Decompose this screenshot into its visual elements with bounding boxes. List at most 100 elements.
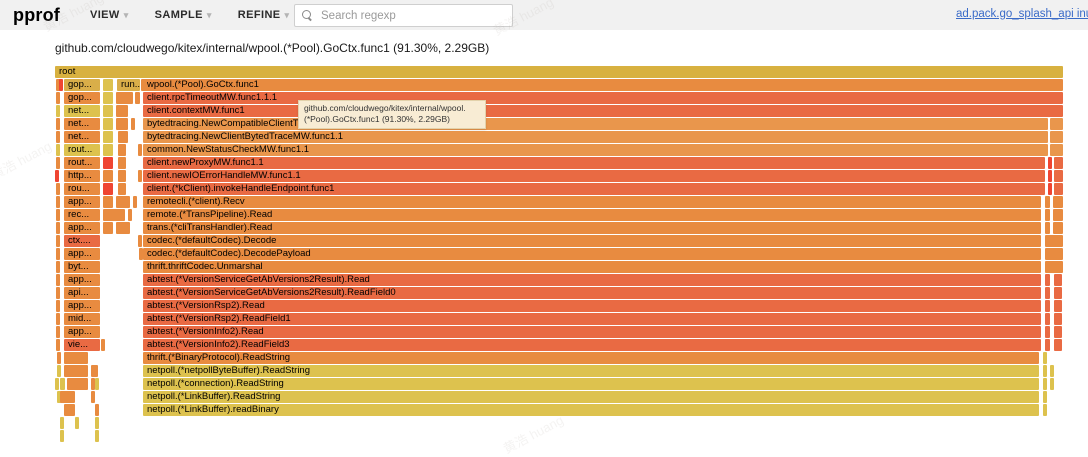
flame-frame-sliver[interactable] bbox=[57, 352, 61, 364]
flame-frame-sliver[interactable] bbox=[1045, 209, 1050, 221]
flame-frame-sliver[interactable] bbox=[128, 209, 132, 221]
flame-frame[interactable]: net... bbox=[64, 131, 100, 143]
flame-frame[interactable]: gop... bbox=[64, 79, 100, 91]
flame-frame[interactable]: rout... bbox=[64, 144, 100, 156]
flame-frame-sliver[interactable] bbox=[56, 248, 60, 260]
menu-view[interactable]: VIEW ▾ bbox=[90, 9, 129, 21]
flame-frame-sliver[interactable] bbox=[1054, 300, 1062, 312]
flame-frame-sliver[interactable] bbox=[103, 170, 113, 182]
flame-frame-sliver[interactable] bbox=[1043, 365, 1047, 377]
flame-frame-sliver[interactable] bbox=[1043, 352, 1047, 364]
menu-refine[interactable]: REFINE ▾ bbox=[238, 9, 290, 21]
flame-frame[interactable]: netpoll.(*connection).ReadString bbox=[143, 378, 1039, 390]
flame-frame-sliver[interactable] bbox=[1045, 313, 1050, 325]
flame-frame-sliver[interactable] bbox=[103, 209, 125, 221]
flame-frame[interactable]: common.NewStatusCheckMW.func1.1 bbox=[143, 144, 1048, 156]
flame-frame-sliver[interactable] bbox=[116, 105, 128, 117]
flame-frame-sliver[interactable] bbox=[55, 170, 59, 182]
flame-frame-sliver[interactable] bbox=[57, 365, 61, 377]
flame-frame-sliver[interactable] bbox=[56, 287, 60, 299]
flame-frame[interactable]: codec.(*defaultCodec).DecodePayload bbox=[143, 248, 1041, 260]
flame-frame-sliver[interactable] bbox=[95, 430, 99, 442]
flame-frame-sliver[interactable] bbox=[103, 105, 113, 117]
flame-frame[interactable]: remotecli.(*client).Recv bbox=[143, 196, 1041, 208]
flame-frame-sliver[interactable] bbox=[101, 339, 105, 351]
flame-frame-sliver[interactable] bbox=[138, 144, 142, 156]
flame-frame[interactable]: trans.(*cliTransHandler).Read bbox=[143, 222, 1041, 234]
flame-frame-sliver[interactable] bbox=[138, 235, 142, 247]
flame-frame-sliver[interactable] bbox=[56, 274, 60, 286]
flame-frame-sliver[interactable] bbox=[1054, 183, 1063, 195]
flame-frame[interactable]: vie... bbox=[64, 339, 100, 351]
flame-frame-sliver[interactable] bbox=[60, 417, 64, 429]
flame-frame-sliver[interactable] bbox=[1045, 196, 1050, 208]
flame-frame-sliver[interactable] bbox=[60, 430, 64, 442]
flame-frame[interactable]: net... bbox=[64, 118, 100, 130]
flame-frame-sliver[interactable] bbox=[1045, 248, 1063, 260]
menu-sample[interactable]: SAMPLE ▾ bbox=[155, 9, 212, 21]
flame-frame[interactable]: wpool.(*Pool).GoCtx.func1 bbox=[143, 79, 1063, 91]
flame-frame-sliver[interactable] bbox=[138, 170, 142, 182]
flame-frame-sliver[interactable] bbox=[1045, 287, 1050, 299]
flame-frame[interactable]: remote.(*TransPipeline).Read bbox=[143, 209, 1041, 221]
flame-frame-sliver[interactable] bbox=[1045, 222, 1050, 234]
flame-frame-sliver[interactable] bbox=[56, 105, 60, 117]
flame-frame[interactable]: root bbox=[55, 66, 1063, 78]
flame-frame-sliver[interactable] bbox=[1048, 183, 1052, 195]
flame-frame-sliver[interactable] bbox=[64, 352, 88, 364]
flame-frame-sliver[interactable] bbox=[103, 118, 113, 130]
flame-frame[interactable]: client.(*kClient).invokeHandleEndpoint.f… bbox=[143, 183, 1045, 195]
flame-frame-sliver[interactable] bbox=[95, 417, 99, 429]
flame-frame-sliver[interactable] bbox=[60, 391, 75, 403]
flame-frame[interactable]: thrift.thriftCodec.Unmarshal bbox=[143, 261, 1041, 273]
flame-frame-sliver[interactable] bbox=[1050, 144, 1063, 156]
profile-link[interactable]: ad.pack.go_splash_api inuse_sp bbox=[956, 8, 1088, 24]
flame-frame[interactable]: codec.(*defaultCodec).Decode bbox=[143, 235, 1041, 247]
flame-frame-sliver[interactable] bbox=[56, 300, 60, 312]
flame-frame-sliver[interactable] bbox=[1043, 404, 1047, 416]
flame-frame-sliver[interactable] bbox=[1053, 222, 1063, 234]
flame-frame-sliver[interactable] bbox=[103, 79, 113, 91]
flame-frame[interactable]: run... bbox=[117, 79, 140, 91]
flame-frame[interactable]: app... bbox=[64, 326, 100, 338]
flame-frame[interactable]: client.newProxyMW.func1.1 bbox=[143, 157, 1045, 169]
flame-frame[interactable]: netpoll.(*netpollByteBuffer).ReadString bbox=[143, 365, 1039, 377]
flame-frame-sliver[interactable] bbox=[1048, 170, 1052, 182]
flame-frame[interactable]: ctx.... bbox=[64, 235, 100, 247]
flame-frame-sliver[interactable] bbox=[1053, 196, 1063, 208]
flame-frame-sliver[interactable] bbox=[1045, 300, 1050, 312]
flame-frame-sliver[interactable] bbox=[56, 157, 60, 169]
flame-frame-sliver[interactable] bbox=[55, 378, 59, 390]
flame-frame[interactable]: client.newIOErrorHandleMW.func1.1 bbox=[143, 170, 1045, 182]
flame-frame-sliver[interactable] bbox=[1050, 118, 1063, 130]
flame-frame-sliver[interactable] bbox=[64, 365, 88, 377]
flame-frame-sliver[interactable] bbox=[1045, 274, 1050, 286]
flame-frame-sliver[interactable] bbox=[91, 391, 95, 403]
flame-frame[interactable]: bytedtracing.NewClientBytedTraceMW.func1… bbox=[143, 131, 1048, 143]
search-box[interactable] bbox=[294, 4, 513, 27]
flame-frame-sliver[interactable] bbox=[56, 209, 60, 221]
flame-frame[interactable]: thrift.(*BinaryProtocol).ReadString bbox=[143, 352, 1039, 364]
flame-frame[interactable]: abtest.(*VersionServiceGetAbVersions2Res… bbox=[143, 274, 1041, 286]
flame-frame[interactable]: app... bbox=[64, 222, 100, 234]
flame-frame-sliver[interactable] bbox=[1050, 378, 1054, 390]
flame-frame-sliver[interactable] bbox=[118, 183, 126, 195]
flame-frame-sliver[interactable] bbox=[135, 92, 140, 104]
flame-frame-sliver[interactable] bbox=[1045, 326, 1050, 338]
flame-frame-sliver[interactable] bbox=[116, 118, 128, 130]
flame-frame[interactable]: api... bbox=[64, 287, 100, 299]
flame-frame-sliver[interactable] bbox=[1054, 157, 1063, 169]
flame-frame-sliver[interactable] bbox=[1050, 131, 1063, 143]
flame-frame-sliver[interactable] bbox=[75, 417, 79, 429]
flame-frame-sliver[interactable] bbox=[103, 183, 113, 195]
flame-frame[interactable]: rout... bbox=[64, 157, 100, 169]
flame-frame-sliver[interactable] bbox=[56, 339, 60, 351]
flame-frame-sliver[interactable] bbox=[1050, 365, 1054, 377]
flame-frame-sliver[interactable] bbox=[116, 222, 130, 234]
flame-frame-sliver[interactable] bbox=[118, 131, 128, 143]
flame-frame-sliver[interactable] bbox=[1043, 378, 1047, 390]
flame-frame-sliver[interactable] bbox=[1054, 287, 1062, 299]
flame-frame-sliver[interactable] bbox=[67, 378, 88, 390]
flame-frame-sliver[interactable] bbox=[118, 144, 126, 156]
flame-frame-sliver[interactable] bbox=[118, 157, 126, 169]
